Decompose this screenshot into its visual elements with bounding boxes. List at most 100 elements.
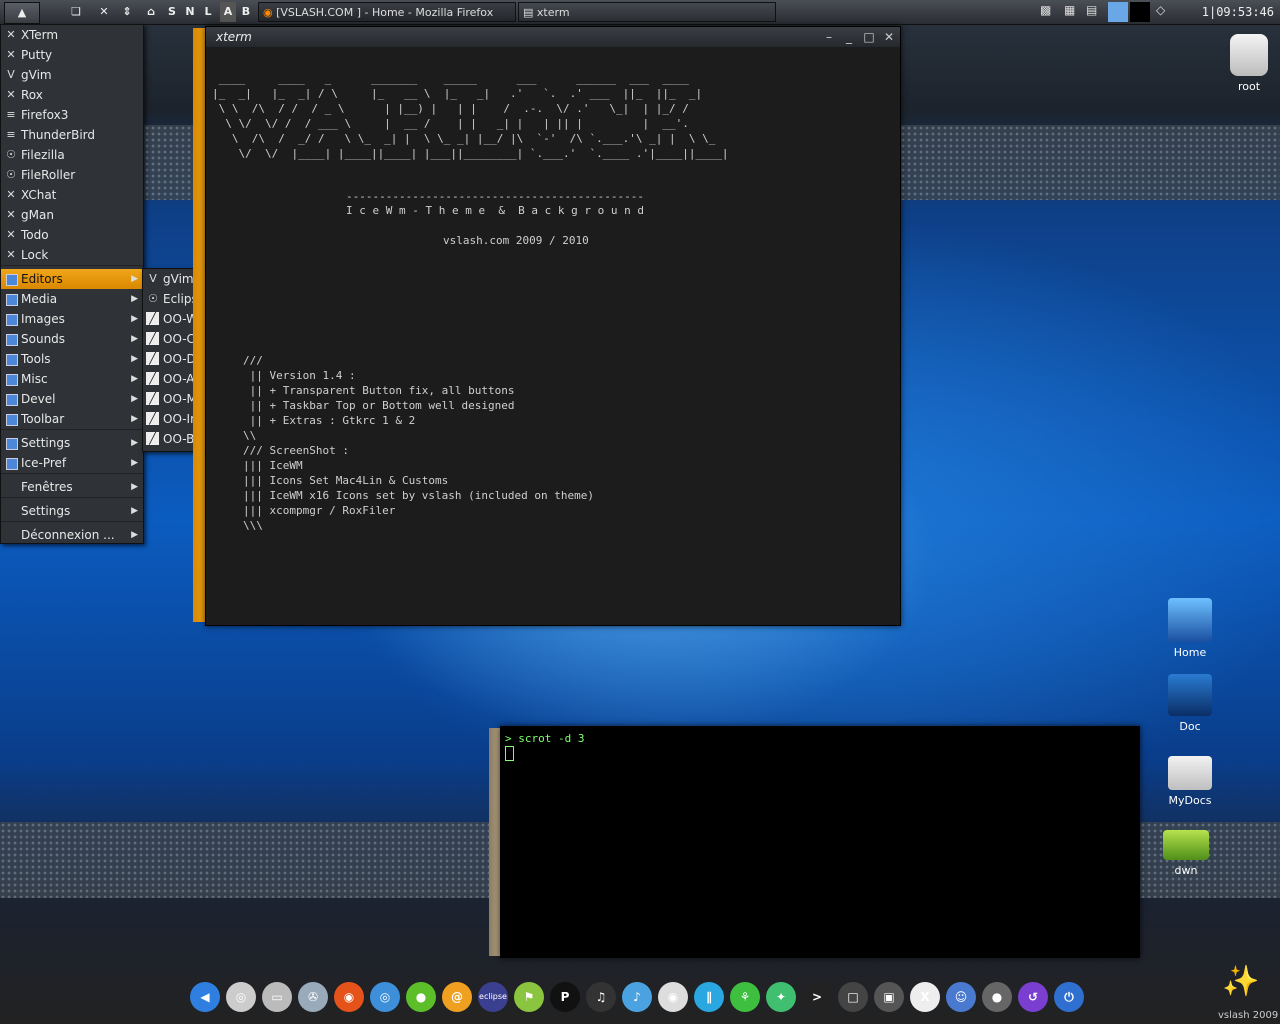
menu-item-gman[interactable]: ✕ gMan [1, 205, 143, 225]
network-icon[interactable]: ◎ [370, 982, 400, 1012]
menu-item-firefox3[interactable]: ≡ Firefox3 [1, 105, 143, 125]
terminal-icon[interactable]: > [802, 982, 832, 1012]
banner-divider: ----------------------------------------… [346, 190, 645, 203]
menu-pref-settings[interactable]: Settings ▶ [1, 433, 143, 453]
desktop-icon-doc[interactable]: Doc [1155, 674, 1225, 733]
folder-icon [6, 394, 18, 406]
watermark-logo: ✨ [1222, 964, 1260, 999]
menu-item-label: Devel [21, 392, 56, 406]
folder-icon [6, 438, 18, 450]
folder-icon [6, 274, 18, 286]
desktop-icon-label: MyDocs [1168, 794, 1212, 807]
desktop-icon-label: root [1237, 80, 1261, 93]
network-monitor-icon[interactable]: ▦ [1064, 3, 1084, 21]
close-button[interactable]: ✕ [880, 28, 898, 46]
menu-item-fileroller[interactable]: ☉ FileRoller [1, 165, 143, 185]
close-icon[interactable]: ✕ [94, 2, 114, 22]
folder-icon [6, 414, 18, 426]
menu-item-rox[interactable]: ✕ Rox [1, 85, 143, 105]
quick-launch-l[interactable]: L [200, 2, 216, 22]
desktop-icon-root[interactable]: root [1214, 34, 1280, 93]
xterm-titlebar[interactable]: xterm – _ □ ✕ [206, 27, 900, 47]
menu-category-misc[interactable]: Misc ▶ [1, 369, 143, 389]
logout-icon[interactable]: ↺ [1018, 982, 1048, 1012]
menu-category-media[interactable]: Media ▶ [1, 289, 143, 309]
menu-item-thunderbird[interactable]: ≡ ThunderBird [1, 125, 143, 145]
chevron-up-icon: ▲ [17, 6, 27, 19]
finder-icon[interactable]: ☺ [946, 982, 976, 1012]
send-icon[interactable]: ◀ [190, 982, 220, 1012]
drive-icon[interactable]: ▭ [262, 982, 292, 1012]
tray-diamond-icon[interactable]: ◇ [1156, 3, 1168, 21]
mail-icon[interactable]: @ [442, 982, 472, 1012]
power-icon[interactable]: ⏻ [1054, 982, 1084, 1012]
screen-icon[interactable]: □ [838, 982, 868, 1012]
video-icon[interactable]: ◉ [658, 982, 688, 1012]
monitor-icon[interactable]: ▣ [874, 982, 904, 1012]
app-icon: ≡ [6, 108, 16, 121]
eclipse-icon[interactable]: eclipse [478, 982, 508, 1012]
home-icon[interactable]: ⌂ [142, 2, 160, 22]
menu-category-devel[interactable]: Devel ▶ [1, 389, 143, 409]
menu-category-editors[interactable]: Editors ▶ [1, 269, 143, 289]
folder-icon [6, 374, 18, 386]
desktop-icon-dwn[interactable]: dwn [1151, 830, 1221, 877]
menu-item-todo[interactable]: ✕ Todo [1, 225, 143, 245]
menu-system-1[interactable]: Settings ▶ [1, 501, 143, 521]
menu-system-2[interactable]: Déconnexion ... ▶ [1, 525, 143, 545]
banner-byline: vslash.com 2009 / 2010 [443, 234, 589, 247]
menu-button[interactable]: – [820, 28, 838, 46]
mail-monitor-icon[interactable]: ▤ [1086, 3, 1106, 21]
arrange-icon[interactable]: ⇕ [118, 2, 136, 22]
documents-folder-icon [1168, 756, 1212, 790]
menu-item-gvim[interactable]: VgVim [1, 65, 143, 85]
workspace-b[interactable]: B [238, 2, 254, 22]
submenu-arrow-icon: ▶ [131, 438, 138, 448]
workspace-a[interactable]: A [220, 2, 236, 22]
android-icon[interactable]: ⚑ [514, 982, 544, 1012]
tree-icon[interactable]: ⚘ [730, 982, 760, 1012]
chat-icon[interactable]: ● [406, 982, 436, 1012]
itunes-icon[interactable]: ♪ [622, 982, 652, 1012]
menu-category-sounds[interactable]: Sounds ▶ [1, 329, 143, 349]
clock[interactable]: 1|09:53:46 [1202, 2, 1274, 22]
menu-category-tools[interactable]: Tools ▶ [1, 349, 143, 369]
menu-item-putty[interactable]: ✕ Putty [1, 45, 143, 65]
menu-item-label: FileRoller [21, 168, 76, 182]
firefox-icon[interactable]: ◉ [334, 982, 364, 1012]
task-title: [VSLASH.COM ] - Home - Mozilla Firefox [276, 6, 494, 19]
books-icon[interactable]: ∥ [694, 982, 724, 1012]
start-menu-button[interactable]: ▲ [4, 2, 40, 24]
shell-prompt[interactable]: > scrot -d 3 [505, 731, 584, 746]
cd-icon[interactable]: ◎ [226, 982, 256, 1012]
submenu-arrow-icon: ▶ [131, 354, 138, 364]
menu-item-xterm[interactable]: ✕ XTerm [1, 25, 143, 45]
speaker-icon[interactable]: ● [982, 982, 1012, 1012]
desktop-icon-mydocs[interactable]: MyDocs [1155, 756, 1225, 807]
menu-system-0[interactable]: Fenêtres ▶ [1, 477, 143, 497]
quick-launch-s[interactable]: S [164, 2, 180, 22]
menu-item-label: Settings [21, 436, 71, 450]
menu-item-label: Editors [21, 272, 63, 286]
music-icon[interactable]: ♫ [586, 982, 616, 1012]
menu-category-images[interactable]: Images ▶ [1, 309, 143, 329]
menu-item-filezilla[interactable]: ☉ Filezilla [1, 145, 143, 165]
pidgin-icon[interactable]: P [550, 982, 580, 1012]
cpu-monitor-icon[interactable]: ▩ [1040, 3, 1060, 21]
usb-icon[interactable]: ✇ [298, 982, 328, 1012]
task-xterm[interactable]: ▤ xterm [518, 2, 776, 22]
menu-item-lock[interactable]: ✕ Lock [1, 245, 143, 265]
desktop-icon-home[interactable]: Home [1155, 598, 1225, 659]
menu-category-toolbar[interactable]: Toolbar ▶ [1, 409, 143, 429]
x11-icon[interactable]: X [910, 982, 940, 1012]
submenu-arrow-icon: ▶ [131, 334, 138, 344]
window-list-icon[interactable]: ❏ [64, 2, 88, 22]
task-firefox[interactable]: ◉ [VSLASH.COM ] - Home - Mozilla Firefox [258, 2, 516, 22]
puzzle-icon[interactable]: ✦ [766, 982, 796, 1012]
openoffice-icon: ╱ [146, 352, 159, 365]
maximize-button[interactable]: □ [860, 28, 878, 46]
menu-pref-ice-pref[interactable]: Ice-Pref ▶ [1, 453, 143, 473]
menu-item-xchat[interactable]: ✕ XChat [1, 185, 143, 205]
quick-launch-n[interactable]: N [182, 2, 198, 22]
minimize-button[interactable]: _ [840, 28, 858, 46]
